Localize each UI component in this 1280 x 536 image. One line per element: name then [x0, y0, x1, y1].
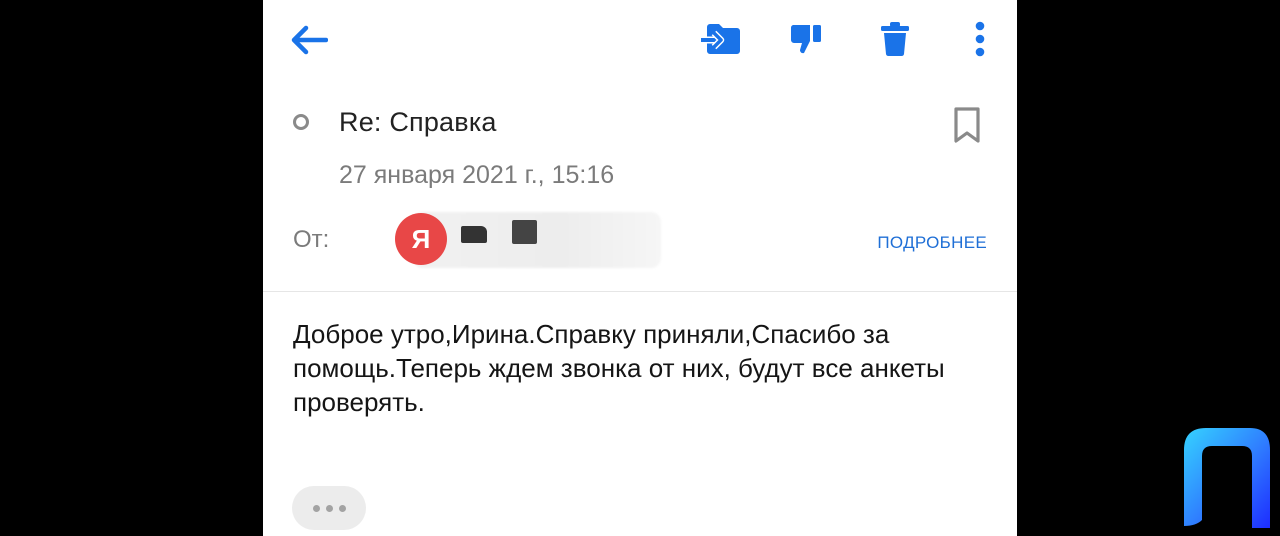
bookmark-icon — [953, 106, 981, 144]
thumbs-down-icon — [789, 21, 825, 57]
email-body: Доброе утро,Ирина.Справку приняли,Спасиб… — [293, 319, 945, 417]
ellipsis-icon — [312, 504, 320, 512]
ellipsis-icon — [338, 504, 346, 512]
delete-button[interactable] — [873, 18, 917, 60]
sender-name-redacted — [413, 212, 661, 268]
spam-button[interactable] — [785, 18, 829, 60]
ellipsis-icon — [325, 504, 333, 512]
divider — [263, 291, 1017, 292]
show-quoted-button[interactable] — [292, 486, 366, 530]
vertical-dots-icon — [974, 21, 986, 57]
read-status-toggle[interactable] — [293, 114, 309, 130]
arrow-left-icon — [290, 25, 328, 55]
trash-icon — [879, 21, 911, 57]
back-button[interactable] — [287, 20, 331, 60]
redaction-mark — [461, 226, 487, 243]
bookmark-button[interactable] — [947, 104, 987, 146]
move-to-folder-button[interactable] — [697, 18, 745, 60]
redaction-mark — [512, 220, 537, 244]
move-to-folder-icon — [701, 22, 741, 56]
email-date: 27 января 2021 г., 15:16 — [339, 161, 615, 189]
channel-logo-icon — [1180, 426, 1272, 530]
avatar[interactable]: Я — [395, 213, 447, 265]
details-link[interactable]: ПОДРОБНЕЕ — [877, 233, 987, 253]
email-view: Re: Справка 27 января 2021 г., 15:16 От:… — [263, 0, 1017, 536]
from-label: От: — [293, 226, 330, 253]
more-options-button[interactable] — [963, 18, 997, 60]
email-subject: Re: Справка — [339, 107, 497, 137]
